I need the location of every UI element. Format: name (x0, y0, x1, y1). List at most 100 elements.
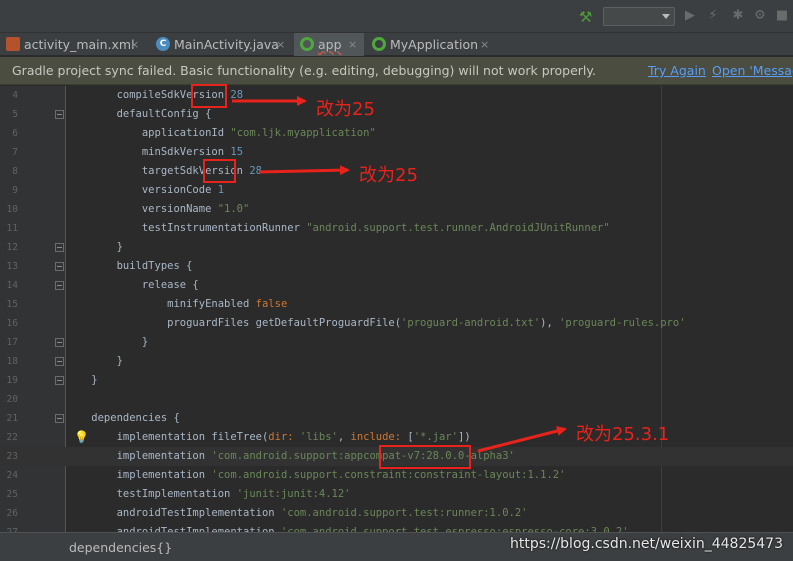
run-icon[interactable]: ▶ (682, 8, 698, 24)
open-messages-link[interactable]: Open 'Messag (712, 63, 793, 78)
fold-marker-icon[interactable] (55, 414, 64, 423)
code-line[interactable]: 26 androidTestImplementation 'com.androi… (0, 504, 793, 523)
code-text: versionName "1.0" (66, 200, 249, 219)
main-toolbar: ⚒ ▶ ⚡ ✱ ⚙ ■ (0, 0, 793, 33)
code-token: implementation fileTree( (66, 431, 269, 443)
code-line[interactable]: 4 compileSdkVersion 28 (0, 86, 793, 105)
code-line[interactable]: 6 applicationId "com.ljk.myapplication" (0, 124, 793, 143)
code-token: 'libs' (299, 431, 338, 443)
tab-app[interactable]: app × (294, 33, 364, 56)
line-number: 24 (6, 470, 18, 481)
close-icon[interactable]: × (276, 33, 285, 56)
code-line[interactable]: 19 } (0, 371, 793, 390)
run-config-dropdown[interactable] (603, 7, 675, 26)
tab-label: MainActivity.java (174, 37, 279, 52)
line-number: 10 (6, 204, 18, 215)
code-line[interactable]: 27 androidTestImplementation 'com.androi… (0, 523, 793, 532)
code-line[interactable]: 10 versionName "1.0" (0, 200, 793, 219)
code-token: implementation (66, 450, 212, 462)
code-token: "1.0" (217, 203, 250, 215)
code-token: } (66, 374, 98, 386)
code-token: ), (540, 317, 560, 329)
close-icon[interactable]: × (480, 33, 489, 56)
java-class-icon: C (156, 37, 170, 51)
code-token: "android.support.test.runner.AndroidJUni… (306, 222, 610, 234)
tab-activity-main-xml[interactable]: activity_main.xml × (0, 33, 148, 56)
code-line[interactable]: 11 testInstrumentationRunner "android.su… (0, 219, 793, 238)
breadcrumb[interactable]: dependencies{} (69, 540, 172, 555)
annotation-text-1: 改为25 (316, 99, 375, 120)
code-line[interactable]: 15 minifyEnabled false (0, 295, 793, 314)
code-token: 'proguard-android.txt' (401, 317, 541, 329)
line-number: 16 (6, 318, 18, 329)
tab-mainactivity-java[interactable]: C MainActivity.java × (150, 33, 293, 56)
close-icon[interactable]: × (348, 33, 357, 56)
fold-marker-icon[interactable] (55, 110, 64, 119)
code-line[interactable]: 7 minSdkVersion 15 (0, 143, 793, 162)
line-number: 11 (6, 223, 18, 234)
code-text: dependencies { (66, 409, 180, 428)
code-token: proguardFiles getDefaultProguardFile( (66, 317, 402, 329)
code-token: testInstrumentationRunner (66, 222, 307, 234)
profile-icon[interactable]: ⚙ (752, 8, 768, 24)
build-hammer-icon[interactable]: ⚒ (579, 8, 597, 26)
code-token: 1 (217, 184, 225, 196)
code-text: implementation 'com.android.support.cons… (66, 466, 566, 485)
code-line[interactable]: 5 defaultConfig { (0, 105, 793, 124)
fold-marker-icon[interactable] (55, 357, 64, 366)
apply-changes-icon[interactable]: ⚡ (705, 8, 721, 24)
code-text: } (66, 371, 98, 390)
line-number: 14 (6, 280, 18, 291)
fold-marker-icon[interactable] (55, 262, 64, 271)
code-line[interactable]: 20 (0, 390, 793, 409)
code-token: include: (350, 431, 408, 443)
code-line[interactable]: 25 testImplementation 'junit:junit:4.12' (0, 485, 793, 504)
code-line[interactable]: 14 release { (0, 276, 793, 295)
gradle-icon (300, 37, 314, 51)
tab-myapplication[interactable]: MyApplication × (366, 33, 500, 56)
line-number: 23 (6, 451, 18, 462)
code-line[interactable]: 17 } (0, 333, 793, 352)
code-text: minifyEnabled false (66, 295, 287, 314)
annotation-box-compilesdk (191, 84, 227, 108)
code-line[interactable]: 18 } (0, 352, 793, 371)
code-token: 'junit:junit:4.12' (236, 488, 351, 500)
code-text: defaultConfig { (66, 105, 212, 124)
code-token: release { (66, 279, 199, 291)
line-number: 21 (6, 413, 18, 424)
fold-marker-icon[interactable] (55, 338, 64, 347)
line-number: 19 (6, 375, 18, 386)
code-line[interactable]: 21 dependencies { (0, 409, 793, 428)
close-icon[interactable]: × (130, 33, 139, 56)
line-number: 27 (0, 523, 18, 532)
line-number: 15 (6, 299, 18, 310)
code-token: androidTestImplementation (66, 507, 281, 519)
line-number: 8 (12, 166, 18, 177)
chevron-down-icon (662, 14, 670, 19)
line-number: 17 (6, 337, 18, 348)
fold-marker-icon[interactable] (55, 281, 64, 290)
code-line[interactable]: 16 proguardFiles getDefaultProguardFile(… (0, 314, 793, 333)
fold-marker-icon[interactable] (55, 243, 64, 252)
tab-label: app (318, 37, 342, 52)
code-token: minSdkVersion (66, 146, 231, 158)
gradle-icon (372, 37, 386, 51)
editor-tabs: activity_main.xml × C MainActivity.java … (0, 33, 793, 56)
gradle-sync-notification: Gradle project sync failed. Basic functi… (0, 57, 793, 85)
line-number: 25 (6, 489, 18, 500)
watermark: https://blog.csdn.net/weixin_44825473 (509, 536, 783, 552)
stop-icon[interactable]: ■ (774, 8, 790, 24)
code-text: testInstrumentationRunner "android.suppo… (66, 219, 610, 238)
code-line[interactable]: 12 } (0, 238, 793, 257)
code-token: applicationId (66, 127, 231, 139)
try-again-link[interactable]: Try Again (648, 63, 706, 78)
code-token: 28 (230, 89, 244, 101)
annotation-text-2: 改为25 (359, 165, 418, 186)
annotation-text-3: 改为25.3.1 (576, 424, 670, 445)
fold-marker-icon[interactable] (55, 376, 64, 385)
code-line[interactable]: 13 buildTypes { (0, 257, 793, 276)
line-number: 12 (6, 242, 18, 253)
line-number: 5 (12, 109, 18, 120)
debug-icon[interactable]: ✱ (730, 8, 746, 24)
code-token: dependencies { (66, 412, 180, 424)
